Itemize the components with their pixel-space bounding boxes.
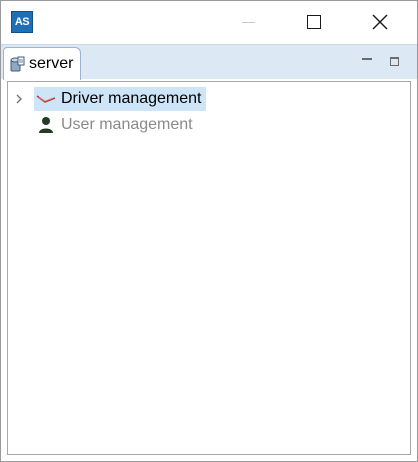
tree-item-label: Driver management <box>61 90 202 107</box>
view-tab-bar: server <box>1 44 417 80</box>
minimize-window-button[interactable] <box>225 1 271 43</box>
view-maximize-icon <box>389 56 399 66</box>
close-window-button[interactable] <box>357 1 403 43</box>
view-maximize-button[interactable] <box>388 55 400 67</box>
maximize-icon <box>307 15 321 29</box>
tree-item-driver-management[interactable]: Driver management <box>14 87 206 111</box>
app-icon: AS <box>11 11 33 33</box>
maximize-window-button[interactable] <box>291 1 337 43</box>
view-minimize-icon <box>362 58 372 60</box>
server-icon <box>10 56 25 72</box>
expand-toggle[interactable] <box>14 87 24 111</box>
tree-node-driver-management[interactable]: Driver management <box>34 87 206 111</box>
tab-label: server <box>29 55 74 72</box>
tab-server[interactable]: server <box>3 47 81 80</box>
close-icon <box>372 14 388 30</box>
tree-node-user-management[interactable]: User management <box>34 113 197 137</box>
app-window: AS server Driver management User managem… <box>0 0 418 462</box>
title-bar[interactable]: AS <box>1 1 417 43</box>
tree-panel: Driver management User management <box>7 81 411 455</box>
view-minimize-button[interactable] <box>361 55 373 67</box>
tree-item-user-management[interactable]: User management <box>14 113 197 137</box>
minimize-icon <box>241 21 255 23</box>
driver-icon <box>36 90 56 108</box>
chevron-right-icon <box>16 94 22 104</box>
tree-item-label: User management <box>61 116 193 133</box>
user-icon <box>36 116 56 134</box>
